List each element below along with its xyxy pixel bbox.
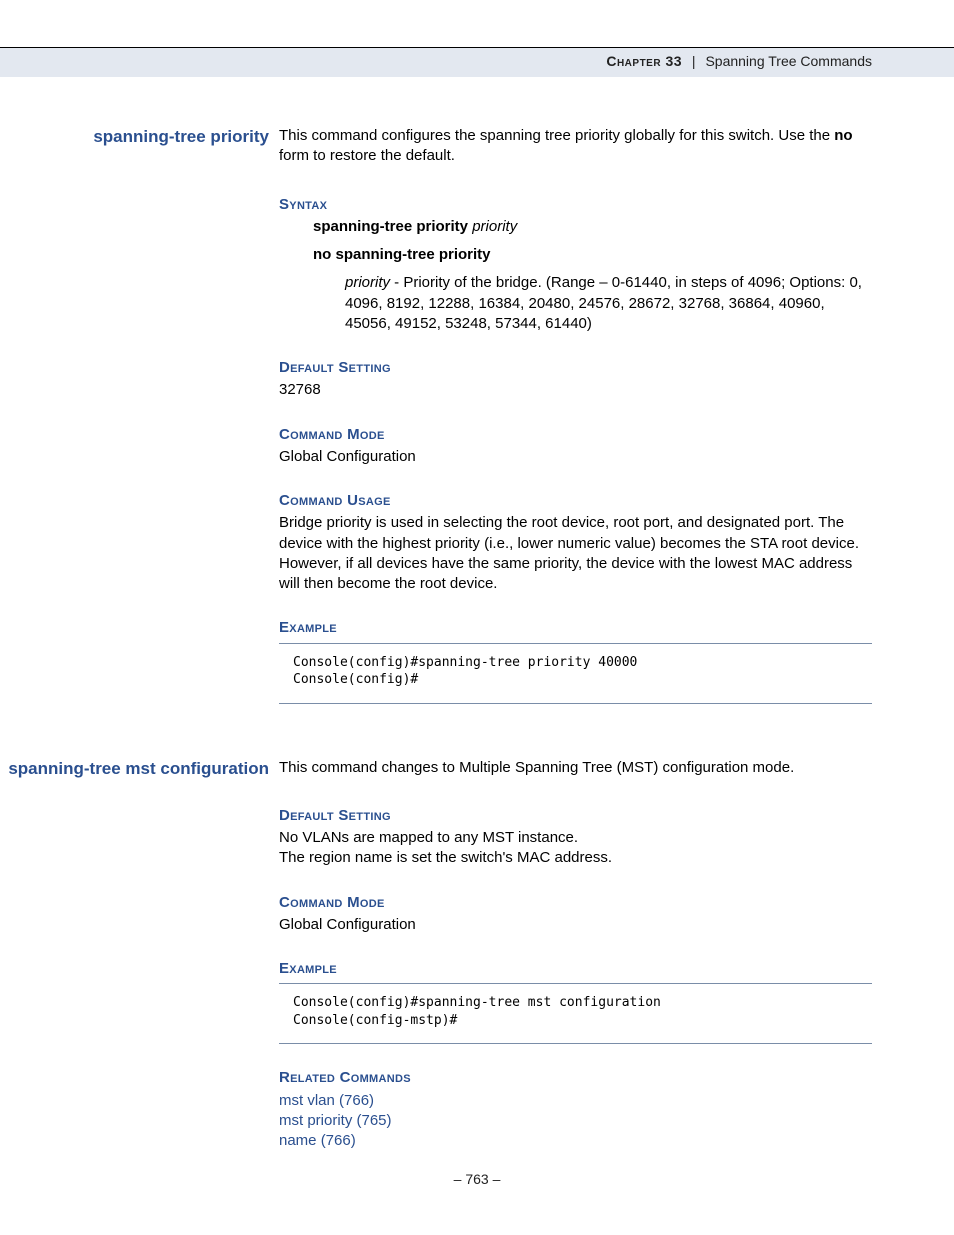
header-separator: |: [692, 53, 696, 69]
syntax-heading: Syntax: [279, 195, 872, 215]
command-mode-value: Global Configuration: [279, 915, 872, 935]
default-setting-heading: Default Setting: [279, 358, 872, 378]
param-desc: - Priority of the bridge. (Range – 0-614…: [345, 274, 862, 332]
command-intro: This command configures the spanning tre…: [279, 126, 872, 167]
example-code: Console(config)#spanning-tree priority 4…: [279, 643, 872, 704]
default-setting-line1: No VLANs are mapped to any MST instance.: [279, 828, 872, 848]
default-setting-block: Default Setting No VLANs are mapped to a…: [279, 806, 872, 869]
command-body: This command changes to Multiple Spannin…: [279, 758, 872, 1152]
example-heading: Example: [279, 618, 872, 638]
default-setting-value: 32768: [279, 380, 872, 400]
syntax-bold: no spanning-tree priority: [313, 246, 491, 263]
syntax-param-desc: priority - Priority of the bridge. (Rang…: [345, 273, 872, 334]
command-title: spanning-tree mst configuration: [0, 758, 269, 781]
intro-text-b: form to restore the default.: [279, 147, 455, 164]
related-link-mst-vlan[interactable]: mst vlan (766): [279, 1091, 872, 1111]
example-heading: Example: [279, 959, 872, 979]
default-setting-block: Default Setting 32768: [279, 358, 872, 401]
example-code: Console(config)#spanning-tree mst config…: [279, 983, 872, 1044]
syntax-line-1: spanning-tree priority priority: [313, 217, 872, 237]
command-section-spanning-tree-priority: spanning-tree priority This command conf…: [0, 126, 872, 704]
syntax-italic: priority: [472, 218, 517, 235]
related-link-name[interactable]: name (766): [279, 1131, 872, 1151]
default-setting-heading: Default Setting: [279, 806, 872, 826]
syntax-bold: spanning-tree priority: [313, 218, 472, 235]
command-mode-heading: Command Mode: [279, 893, 872, 913]
command-usage-block: Command Usage Bridge priority is used in…: [279, 491, 872, 594]
related-link-mst-priority[interactable]: mst priority (765): [279, 1111, 872, 1131]
command-section-spanning-tree-mst-configuration: spanning-tree mst configuration This com…: [0, 758, 872, 1152]
command-usage-heading: Command Usage: [279, 491, 872, 511]
intro-text-a: This command configures the spanning tre…: [279, 127, 834, 144]
chapter-label: Chapter 33: [606, 53, 682, 69]
header-title: Spanning Tree Commands: [705, 53, 872, 69]
default-setting-line2: The region name is set the switch's MAC …: [279, 848, 872, 868]
command-title: spanning-tree priority: [0, 126, 269, 149]
related-commands-heading: Related Commands: [279, 1068, 872, 1088]
page-content: spanning-tree priority This command conf…: [0, 126, 872, 1205]
command-mode-block: Command Mode Global Configuration: [279, 893, 872, 936]
example-block: Example Console(config)#spanning-tree ms…: [279, 959, 872, 1044]
page-header-text: Chapter 33 | Spanning Tree Commands: [606, 53, 872, 69]
example-block: Example Console(config)#spanning-tree pr…: [279, 618, 872, 703]
command-body: This command configures the spanning tre…: [279, 126, 872, 704]
syntax-block: Syntax spanning-tree priority priority n…: [279, 195, 872, 335]
related-commands-block: Related Commands mst vlan (766) mst prio…: [279, 1068, 872, 1151]
command-mode-value: Global Configuration: [279, 447, 872, 467]
command-usage-text: Bridge priority is used in selecting the…: [279, 513, 872, 594]
syntax-line-2: no spanning-tree priority: [313, 245, 872, 265]
param-name: priority: [345, 274, 390, 291]
intro-no-keyword: no: [834, 127, 852, 144]
command-mode-block: Command Mode Global Configuration: [279, 425, 872, 468]
command-intro: This command changes to Multiple Spannin…: [279, 758, 872, 778]
command-mode-heading: Command Mode: [279, 425, 872, 445]
page-header-band: Chapter 33 | Spanning Tree Commands: [0, 47, 954, 77]
page-number: – 763 –: [0, 1171, 954, 1187]
